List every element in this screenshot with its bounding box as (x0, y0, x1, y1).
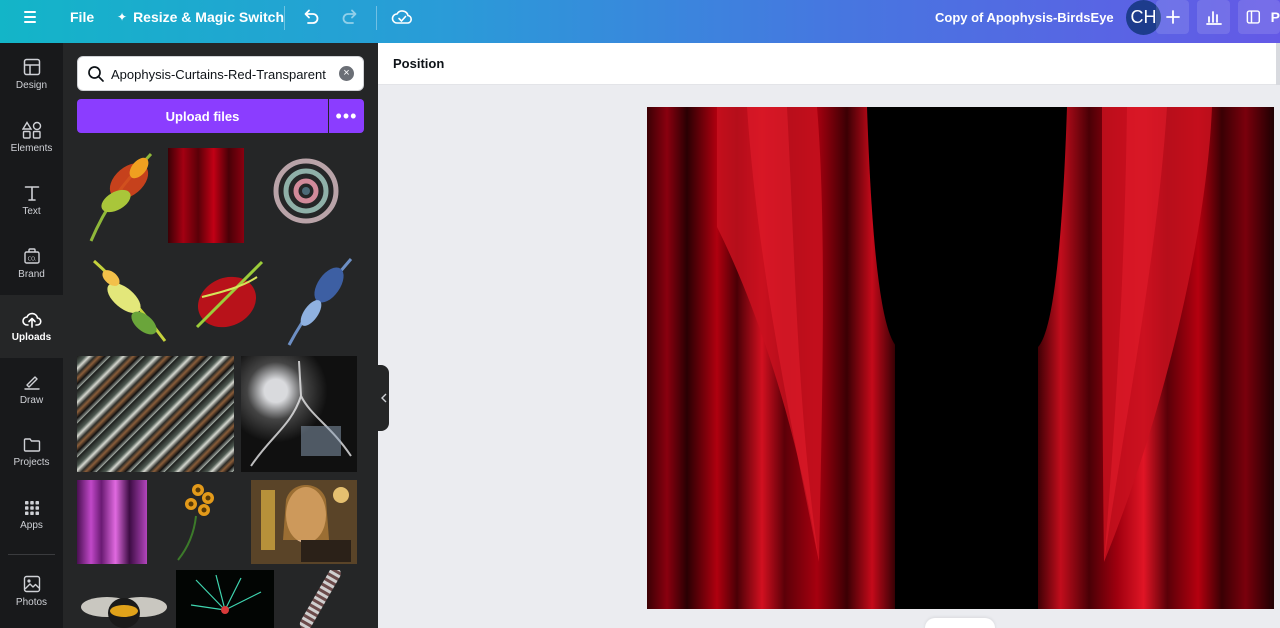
rail-item-photos[interactable]: Photos (0, 560, 63, 623)
upload-thumbnail[interactable] (168, 148, 244, 243)
cloud-upload-icon (21, 312, 42, 328)
rail-label: Photos (15, 597, 48, 608)
search-box[interactable]: × (77, 56, 364, 91)
search-input[interactable] (111, 63, 333, 85)
toolbar-divider (284, 6, 285, 30)
rail-label: Text (22, 206, 41, 217)
magic-sparkle-icon: ✦ (117, 10, 128, 24)
file-menu-button[interactable]: File (70, 0, 94, 34)
rail-item-projects[interactable]: Projects (0, 421, 63, 484)
redo-icon[interactable] (341, 0, 359, 34)
resize-magic-switch-button[interactable]: ✦ Resize & Magic Switch (117, 0, 284, 34)
upload-more-button[interactable]: ••• (329, 99, 364, 133)
rail-item-elements[interactable]: Elements (0, 106, 63, 169)
present-label: P (1270, 9, 1280, 25)
text-icon (24, 186, 39, 201)
rail-item-design[interactable]: Design (0, 43, 63, 106)
cloud-check-icon[interactable] (391, 0, 413, 34)
shapes-icon (21, 121, 41, 139)
upload-thumbnail[interactable] (241, 356, 357, 472)
rail-label: Brand (18, 269, 45, 280)
top-bar: File ✦ Resize & Magic Switch Copy of Apo… (0, 0, 1280, 43)
toolbar-divider (376, 6, 377, 30)
document-title[interactable]: Copy of Apophysis-BirdsEye (935, 0, 1114, 34)
rail-item-apps[interactable]: Apps (0, 484, 63, 547)
rail-label: Apps (20, 520, 43, 531)
pages-toggle[interactable] (925, 618, 995, 628)
panel-collapse-handle[interactable] (378, 365, 389, 431)
upload-thumbnail[interactable] (281, 570, 357, 628)
context-toolbar: Position (378, 43, 1280, 85)
rail-item-draw[interactable]: Draw (0, 358, 63, 421)
upload-thumbnail[interactable] (176, 570, 274, 628)
rail-divider (8, 554, 55, 555)
upload-thumbnail[interactable] (166, 480, 226, 564)
scrollbar[interactable] (1276, 43, 1280, 85)
undo-icon[interactable] (302, 0, 320, 34)
image-icon (23, 575, 40, 593)
upload-thumbnail[interactable] (79, 585, 169, 628)
rail-label: Draw (19, 395, 44, 406)
uploads-panel: × Upload files ••• (63, 43, 378, 628)
red-curtains-image (647, 107, 1274, 609)
rail-label: Elements (10, 143, 53, 154)
resize-label: Resize & Magic Switch (133, 9, 284, 25)
rail-label: Projects (13, 457, 50, 468)
upload-thumbnail[interactable] (281, 253, 357, 349)
pen-icon (23, 376, 40, 390)
left-rail: Design Elements Text CO. Brand Uploads D… (0, 43, 63, 628)
present-button[interactable]: P (1238, 0, 1280, 34)
plus-icon[interactable] (1156, 0, 1189, 34)
rail-label: Uploads (11, 332, 52, 343)
rail-label: Design (15, 80, 48, 91)
brand-kit-icon: CO. (23, 248, 40, 264)
grid-icon (24, 501, 39, 515)
rail-item-uploads[interactable]: Uploads (0, 295, 63, 358)
upload-thumbnail[interactable] (77, 480, 147, 564)
folder-icon (23, 438, 40, 452)
position-button[interactable]: Position (393, 56, 444, 71)
upload-thumbnail[interactable] (89, 253, 171, 347)
chevron-left-icon (380, 393, 386, 403)
layout-icon (23, 58, 40, 76)
bar-chart-icon[interactable] (1197, 0, 1230, 34)
svg-text:CO.: CO. (27, 257, 36, 263)
upload-thumbnail[interactable] (81, 146, 161, 246)
design-canvas[interactable] (647, 107, 1274, 609)
upload-thumbnail[interactable] (255, 151, 357, 231)
upload-thumbnail[interactable] (187, 257, 267, 343)
clear-search-icon[interactable]: × (339, 66, 354, 81)
upload-thumbnail[interactable] (77, 356, 234, 472)
rail-item-brand[interactable]: CO. Brand (0, 232, 63, 295)
hamburger-icon[interactable] (22, 0, 40, 34)
search-icon (88, 66, 104, 82)
upload-thumbnail[interactable] (251, 480, 357, 564)
present-icon (1246, 10, 1261, 24)
upload-files-button[interactable]: Upload files (77, 99, 328, 133)
rail-item-text[interactable]: Text (0, 169, 63, 232)
